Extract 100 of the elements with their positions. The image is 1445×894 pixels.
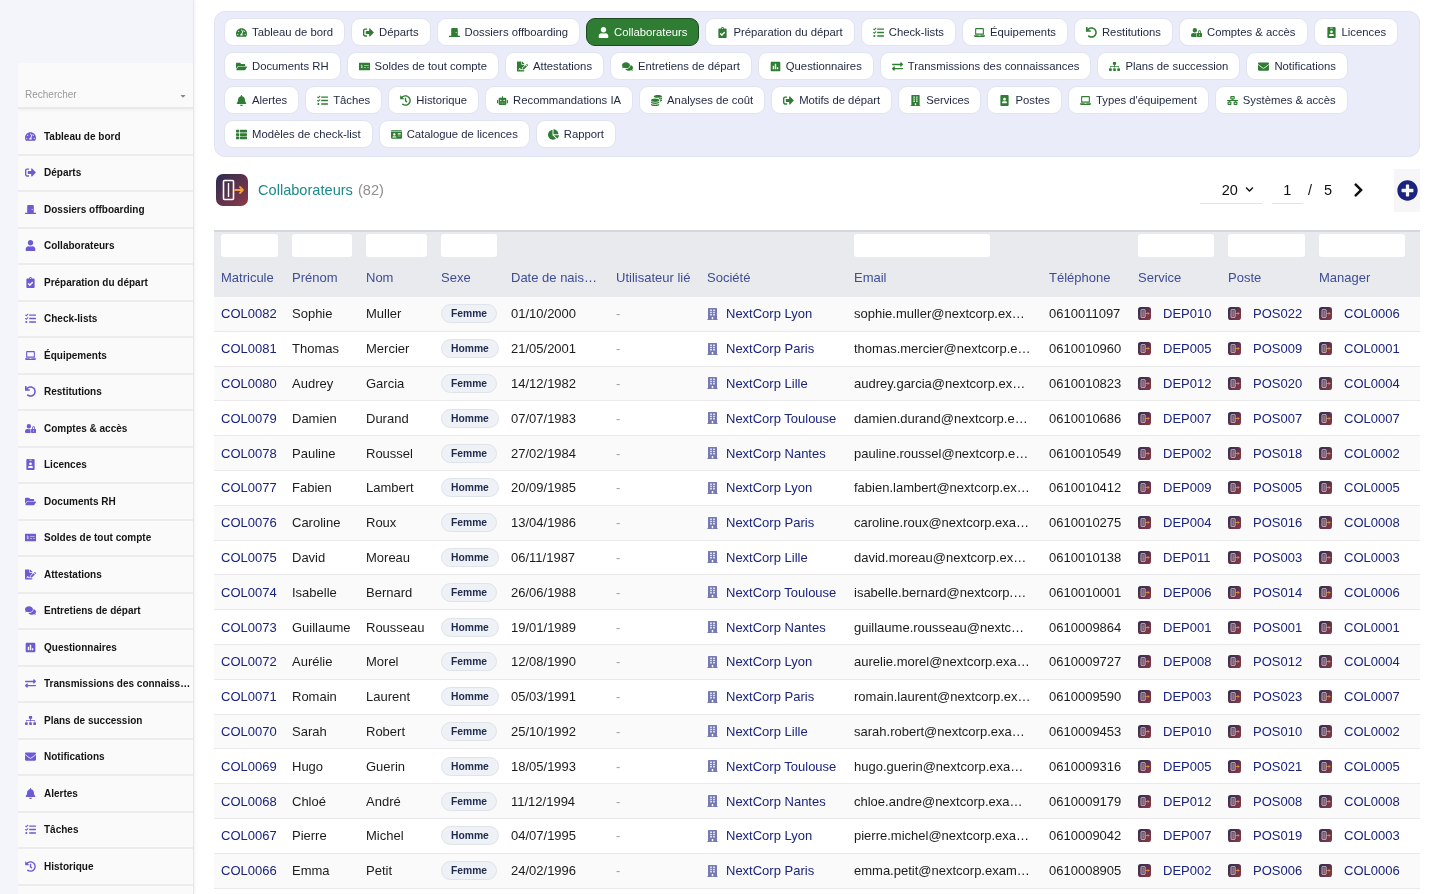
sidebar-item[interactable]: Préparation du départ bbox=[18, 265, 193, 302]
nav-tab[interactable]: Systèmes & accès bbox=[1214, 86, 1348, 114]
sidebar-item[interactable]: Questionnaires bbox=[18, 630, 193, 667]
sidebar-item[interactable]: Alertes bbox=[18, 776, 193, 813]
record-link[interactable]: COL0081 bbox=[221, 341, 277, 357]
reference-link[interactable]: DEP011 bbox=[1163, 549, 1211, 565]
column-header[interactable]: Utilisateur lié bbox=[616, 270, 691, 285]
reference-link[interactable]: COL0006 bbox=[1344, 863, 1400, 879]
record-link[interactable]: COL0067 bbox=[221, 828, 277, 844]
nav-tab[interactable]: Attestations bbox=[505, 52, 605, 80]
reference-link[interactable]: COL0004 bbox=[1344, 376, 1400, 391]
company-link[interactable]: NextCorp Toulouse bbox=[726, 584, 837, 600]
nav-tab[interactable]: Tableau de bord bbox=[224, 18, 346, 46]
next-page-button[interactable] bbox=[1353, 182, 1364, 198]
reference-link[interactable]: DEP008 bbox=[1163, 654, 1212, 670]
record-link[interactable]: COL0075 bbox=[221, 549, 277, 565]
sidebar-item[interactable]: Notifications bbox=[18, 739, 193, 776]
nav-tab[interactable]: Modèles de check-list bbox=[224, 120, 373, 148]
sidebar-item[interactable]: Collaborateurs bbox=[18, 228, 193, 265]
reference-link[interactable]: POS022 bbox=[1253, 306, 1303, 322]
reference-link[interactable]: DEP005 bbox=[1163, 341, 1212, 357]
nav-tab[interactable]: Départs bbox=[351, 18, 431, 46]
company-link[interactable]: NextCorp Lyon bbox=[726, 828, 813, 844]
reference-link[interactable]: COL0003 bbox=[1344, 549, 1400, 565]
reference-link[interactable]: COL0006 bbox=[1344, 584, 1400, 600]
reference-link[interactable]: COL0002 bbox=[1344, 445, 1400, 461]
add-button[interactable] bbox=[1394, 168, 1420, 212]
reference-link[interactable]: DEP010 bbox=[1163, 723, 1212, 739]
column-header[interactable]: Société bbox=[707, 270, 751, 285]
nav-tab[interactable]: Préparation du départ bbox=[705, 18, 855, 46]
reference-link[interactable]: DEP002 bbox=[1163, 445, 1212, 461]
nav-tab[interactable]: Services bbox=[898, 86, 982, 114]
record-link[interactable]: COL0077 bbox=[221, 480, 277, 496]
reference-link[interactable]: POS019 bbox=[1253, 828, 1303, 844]
company-link[interactable]: NextCorp Lille bbox=[726, 723, 808, 739]
reference-link[interactable]: POS008 bbox=[1253, 793, 1303, 809]
reference-link[interactable]: COL0006 bbox=[1344, 306, 1400, 322]
company-link[interactable]: NextCorp Toulouse bbox=[726, 758, 837, 774]
reference-link[interactable]: COL0002 bbox=[1344, 723, 1400, 739]
sidebar-item[interactable]: Check-lists bbox=[18, 301, 193, 338]
page-input[interactable]: 1 bbox=[1271, 176, 1303, 204]
reference-link[interactable]: POS018 bbox=[1253, 445, 1303, 461]
nav-tab[interactable]: Comptes & accès bbox=[1179, 18, 1308, 46]
reference-link[interactable]: DEP003 bbox=[1163, 689, 1212, 705]
record-link[interactable]: COL0066 bbox=[221, 863, 277, 879]
reference-link[interactable]: COL0005 bbox=[1344, 480, 1400, 496]
nav-tab[interactable]: Restitutions bbox=[1073, 18, 1173, 46]
nav-tab[interactable]: Alertes bbox=[224, 86, 300, 114]
record-link[interactable]: COL0070 bbox=[221, 723, 277, 739]
reference-link[interactable]: COL0003 bbox=[1344, 828, 1400, 844]
reference-link[interactable]: DEP005 bbox=[1163, 758, 1212, 774]
record-link[interactable]: COL0079 bbox=[221, 410, 277, 426]
column-header[interactable]: Prénom bbox=[292, 270, 338, 285]
sidebar-item[interactable]: Équipements bbox=[18, 338, 193, 375]
sidebar-item[interactable]: Historique bbox=[18, 849, 193, 886]
reference-link[interactable]: DEP012 bbox=[1163, 376, 1212, 391]
company-link[interactable]: NextCorp Paris bbox=[726, 341, 815, 357]
sidebar-item[interactable]: Comptes & accès bbox=[18, 411, 193, 448]
reference-link[interactable]: DEP001 bbox=[1163, 619, 1212, 635]
reference-link[interactable]: DEP010 bbox=[1163, 306, 1212, 322]
reference-link[interactable]: POS023 bbox=[1253, 689, 1303, 705]
reference-link[interactable]: POS016 bbox=[1253, 515, 1303, 531]
nav-tab[interactable]: Motifs de départ bbox=[771, 86, 893, 114]
company-link[interactable]: NextCorp Nantes bbox=[726, 793, 826, 809]
reference-link[interactable]: DEP002 bbox=[1163, 863, 1212, 879]
nav-tab[interactable]: Rapport bbox=[535, 120, 616, 148]
nav-tab[interactable]: Types d'équipement bbox=[1068, 86, 1209, 114]
reference-link[interactable]: DEP007 bbox=[1163, 410, 1212, 426]
nav-tab[interactable]: Transmissions des connaissances bbox=[879, 52, 1092, 80]
sidebar-item[interactable]: Attestations bbox=[18, 557, 193, 594]
reference-link[interactable]: POS005 bbox=[1253, 480, 1303, 496]
reference-link[interactable]: POS003 bbox=[1253, 549, 1303, 565]
sidebar-item[interactable]: Licences bbox=[18, 447, 193, 484]
record-link[interactable]: COL0080 bbox=[221, 376, 277, 391]
column-header[interactable]: Sexe bbox=[441, 270, 471, 285]
record-link[interactable]: COL0078 bbox=[221, 445, 277, 461]
reference-link[interactable]: POS001 bbox=[1253, 619, 1303, 635]
reference-link[interactable]: COL0007 bbox=[1344, 410, 1400, 426]
reference-link[interactable]: COL0008 bbox=[1344, 793, 1400, 809]
reference-link[interactable]: POS009 bbox=[1253, 341, 1303, 357]
sidebar-item[interactable]: Tâches bbox=[18, 812, 193, 849]
sidebar-item[interactable]: Départs bbox=[18, 155, 193, 192]
nav-tab[interactable]: Dossiers offboarding bbox=[436, 18, 580, 46]
record-link[interactable]: COL0072 bbox=[221, 654, 277, 670]
reference-link[interactable]: POS006 bbox=[1253, 863, 1303, 879]
company-link[interactable]: NextCorp Paris bbox=[726, 863, 815, 879]
company-link[interactable]: NextCorp Lille bbox=[726, 376, 808, 391]
record-link[interactable]: COL0068 bbox=[221, 793, 277, 809]
record-link[interactable]: COL0076 bbox=[221, 515, 277, 531]
nav-tab[interactable]: Licences bbox=[1313, 18, 1399, 46]
reference-link[interactable]: POS020 bbox=[1253, 376, 1303, 391]
nav-tab[interactable]: Soldes de tout compte bbox=[346, 52, 499, 80]
record-link[interactable]: COL0069 bbox=[221, 758, 277, 774]
nav-tab[interactable]: Tâches bbox=[305, 86, 383, 114]
reference-link[interactable]: DEP007 bbox=[1163, 828, 1212, 844]
reference-link[interactable]: COL0001 bbox=[1344, 619, 1400, 635]
nav-tab[interactable]: Documents RH bbox=[224, 52, 341, 80]
nav-tab[interactable]: Postes bbox=[987, 86, 1062, 114]
reference-link[interactable]: COL0004 bbox=[1344, 654, 1400, 670]
company-link[interactable]: NextCorp Toulouse bbox=[726, 410, 837, 426]
